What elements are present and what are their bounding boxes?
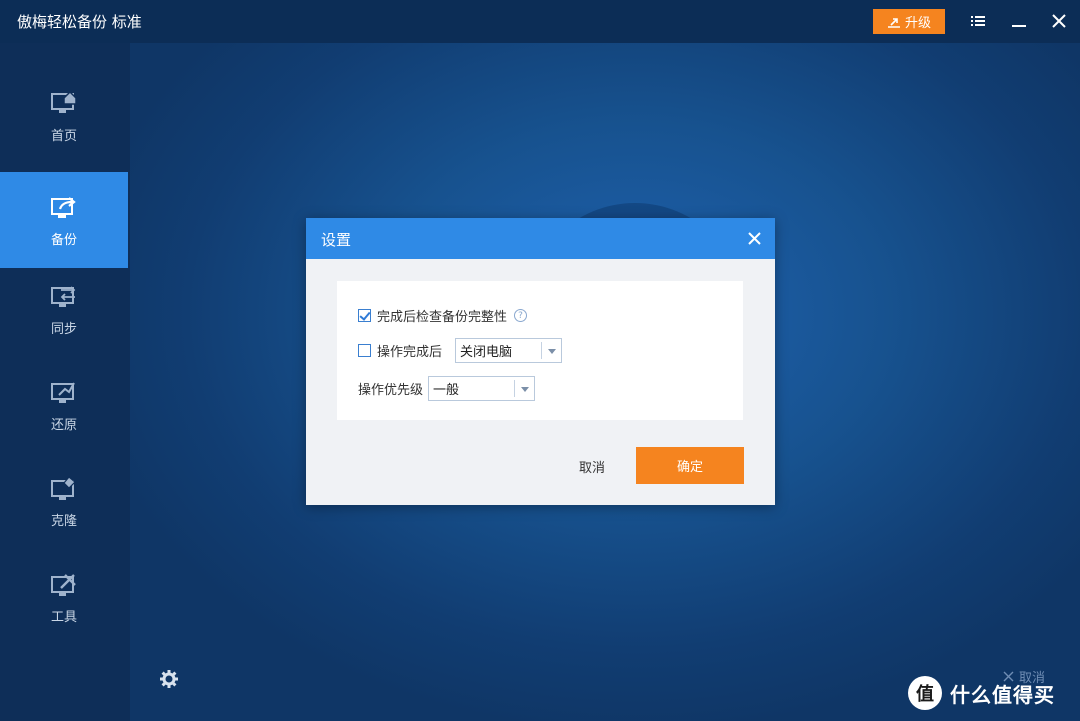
check-integrity-checkbox[interactable] — [358, 309, 371, 322]
restore-monitor-icon — [51, 382, 75, 403]
app-title: 傲梅轻松备份 标准 — [17, 13, 142, 31]
confirm-button[interactable]: 确定 — [636, 447, 744, 484]
sidebar-item-clone[interactable]: 克隆 — [0, 453, 128, 549]
backup-monitor-icon — [51, 196, 76, 218]
sidebar-item-tools[interactable]: 工具 — [0, 549, 128, 645]
sidebar-item-label: 克隆 — [50, 513, 77, 529]
settings-button[interactable] — [159, 669, 179, 689]
dialog-options-panel: 完成后检查备份完整性 ? 操作完成后 关闭电脑 操作优先级 一般 — [337, 281, 743, 420]
after-op-row: 操作完成后 关闭电脑 — [358, 338, 563, 363]
minimize-button[interactable] — [1008, 10, 1030, 32]
after-op-select[interactable]: 关闭电脑 — [455, 338, 563, 363]
dialog-header: 设置 — [306, 218, 775, 259]
priority-select[interactable]: 一般 — [428, 376, 536, 401]
sidebar-item-restore[interactable]: 还原 — [0, 357, 128, 453]
watermark-logo: 值 — [908, 676, 942, 710]
after-op-value: 关闭电脑 — [460, 345, 513, 360]
sidebar-item-home[interactable]: 首页 — [0, 68, 128, 164]
help-icon[interactable]: ? — [514, 309, 528, 322]
priority-value: 一般 — [433, 383, 460, 398]
tools-monitor-icon — [51, 573, 76, 596]
upgrade-label: 升级 — [904, 16, 931, 31]
sidebar-item-sync[interactable]: 同步 — [0, 261, 128, 357]
home-monitor-icon — [51, 90, 77, 113]
dialog-title: 设置 — [321, 231, 352, 249]
chevron-down-icon — [548, 349, 557, 354]
gear-icon — [160, 670, 178, 688]
title-bar: 傲梅轻松备份 标准 升级 — [0, 0, 1080, 43]
settings-dialog: 设置 完成后检查备份完整性 ? 操作完成后 关闭电脑 操作优先级 一般 取消 确… — [306, 218, 775, 505]
watermark-text: 什么值得买 — [950, 682, 1055, 707]
check-integrity-label: 完成后检查备份完整性 — [377, 310, 508, 325]
check-integrity-row: 完成后检查备份完整性 ? — [358, 306, 528, 325]
close-button[interactable] — [1048, 10, 1070, 32]
sidebar: 首页 备份 同步 还原 克隆 工具 — [0, 43, 130, 721]
cancel-button[interactable]: 取消 — [562, 448, 622, 484]
menu-button[interactable] — [967, 10, 989, 32]
sync-monitor-icon — [51, 285, 76, 307]
sidebar-item-label: 首页 — [50, 128, 77, 144]
upgrade-arrow-icon — [887, 17, 900, 28]
chevron-down-icon — [521, 387, 530, 392]
priority-row: 操作优先级 一般 — [358, 376, 536, 401]
sidebar-item-label: 工具 — [50, 609, 77, 625]
priority-label: 操作优先级 — [358, 383, 424, 398]
upgrade-button[interactable]: 升级 — [873, 9, 945, 34]
clone-monitor-icon — [51, 475, 76, 500]
dialog-close-button[interactable] — [746, 230, 763, 247]
sidebar-item-label: 备份 — [50, 232, 77, 248]
after-op-label: 操作完成后 — [377, 345, 443, 360]
close-icon — [1052, 14, 1066, 28]
close-icon — [748, 232, 761, 245]
after-op-checkbox[interactable] — [358, 344, 371, 357]
sidebar-item-backup[interactable]: 备份 — [0, 172, 128, 268]
sidebar-item-label: 同步 — [50, 321, 77, 337]
minimize-icon — [1012, 25, 1026, 27]
menu-icon — [971, 16, 985, 26]
watermark: 值 什么值得买 — [908, 676, 1055, 710]
sidebar-item-label: 还原 — [50, 417, 77, 433]
